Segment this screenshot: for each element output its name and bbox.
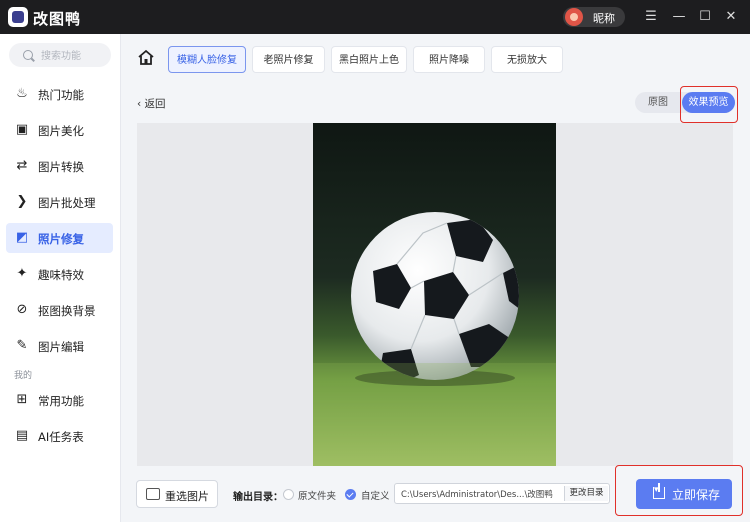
flame-icon: ♨ [16, 86, 28, 101]
highlight-box [615, 465, 743, 516]
radio-original-folder[interactable] [283, 489, 294, 500]
task-list-icon: ▤ [15, 428, 29, 443]
sidebar-item-convert[interactable]: ⇄ 图片转换 [6, 151, 113, 181]
highlight-box [680, 86, 738, 123]
radio-custom-label: 自定义 [361, 491, 390, 502]
sidebar-item-hot[interactable]: ♨ 热门功能 [6, 79, 113, 109]
menu-icon[interactable]: ☰ [642, 8, 660, 26]
chevron-left-icon: ‹ [137, 98, 145, 110]
tab-colorize[interactable]: 黑白照片上色 [331, 46, 407, 73]
tab-upscale[interactable]: 无损放大 [491, 46, 563, 73]
sidebar-item-label: 图片批处理 [38, 196, 96, 210]
tab-face-repair[interactable]: 模糊人脸修复 [168, 46, 246, 73]
sidebar-item-beautify[interactable]: ▣ 图片美化 [6, 115, 113, 145]
output-path-field[interactable]: C:\Users\Administrator\Des...\改图鸭 更改目录 [394, 483, 610, 504]
tab-old-photo[interactable]: 老照片修复 [252, 46, 325, 73]
sidebar-item-common[interactable]: ⊞ 常用功能 [6, 385, 113, 415]
cutout-icon: ⊘ [16, 302, 28, 317]
avatar [565, 8, 583, 26]
search-box[interactable] [9, 43, 113, 67]
sidebar-item-label: 趣味特效 [38, 268, 84, 282]
radio-custom[interactable] [345, 489, 356, 500]
back-link[interactable]: ‹ 返回 [137, 96, 166, 111]
image-icon: ▣ [15, 122, 29, 137]
sidebar-item-label: 热门功能 [38, 88, 84, 102]
sidebar: ♨ 热门功能 ▣ 图片美化 ⇄ 图片转换 ❯ 图片批处理 ◩ 照片修复 ✦ 趣味… [0, 34, 121, 522]
close-icon[interactable]: ✕ [722, 8, 740, 26]
grid-icon: ⊞ [16, 392, 28, 407]
back-label: 返回 [144, 98, 166, 110]
sidebar-item-label: 图片编辑 [38, 340, 84, 354]
preview-image [313, 123, 556, 466]
maximize-icon[interactable]: ☐ [696, 8, 714, 26]
app-logo-icon [8, 7, 28, 27]
sidebar-item-label: 图片美化 [38, 124, 84, 138]
app-title: 改图鸭 [33, 10, 82, 28]
reselect-label: 重选图片 [165, 490, 209, 503]
section-label-mine: 我的 [14, 371, 33, 381]
sidebar-item-label: 抠图换背景 [38, 304, 96, 318]
sidebar-item-batch[interactable]: ❯ 图片批处理 [6, 187, 113, 217]
home-icon[interactable] [136, 48, 156, 68]
output-path: C:\Users\Administrator\Des...\改图鸭 [401, 490, 553, 500]
search-input[interactable] [39, 47, 113, 65]
convert-icon: ⇄ [16, 158, 28, 173]
sidebar-item-label: AI任务表 [38, 430, 84, 444]
sidebar-item-cutout[interactable]: ⊘ 抠图换背景 [6, 295, 113, 325]
sparkle-icon: ✦ [16, 266, 28, 281]
sidebar-item-ai-tasks[interactable]: ▤ AI任务表 [6, 421, 113, 451]
minimize-icon[interactable]: — [670, 8, 688, 26]
view-original-button[interactable]: 原图 [635, 92, 681, 113]
batch-icon: ❯ [16, 194, 28, 209]
user-profile[interactable]: 昵称 [563, 7, 625, 27]
reselect-image-button[interactable]: 重选图片 [136, 480, 218, 508]
change-dir-button[interactable]: 更改目录 [564, 486, 608, 501]
sidebar-item-label: 图片转换 [38, 160, 84, 174]
app-window: 改图鸭 昵称 ☰ — ☐ ✕ ♨ 热门功能 ▣ 图片美化 ⇄ 图片转换 ❯ 图片… [0, 0, 750, 522]
search-icon [23, 50, 33, 60]
sidebar-item-edit[interactable]: ✎ 图片编辑 [6, 331, 113, 361]
sidebar-item-effects[interactable]: ✦ 趣味特效 [6, 259, 113, 289]
image-icon [146, 488, 160, 500]
radio-original-label: 原文件夹 [298, 491, 337, 502]
tab-denoise[interactable]: 照片降噪 [413, 46, 485, 73]
title-bar: 改图鸭 昵称 ☰ — ☐ ✕ [0, 0, 750, 34]
sidebar-item-photo-repair[interactable]: ◩ 照片修复 [6, 223, 113, 253]
photo-repair-icon: ◩ [15, 230, 29, 245]
user-name: 昵称 [593, 12, 615, 25]
output-dir-label: 输出目录： [233, 492, 283, 503]
sidebar-item-label: 照片修复 [38, 232, 84, 246]
edit-image-icon: ✎ [16, 338, 28, 353]
sidebar-item-label: 常用功能 [38, 394, 84, 408]
